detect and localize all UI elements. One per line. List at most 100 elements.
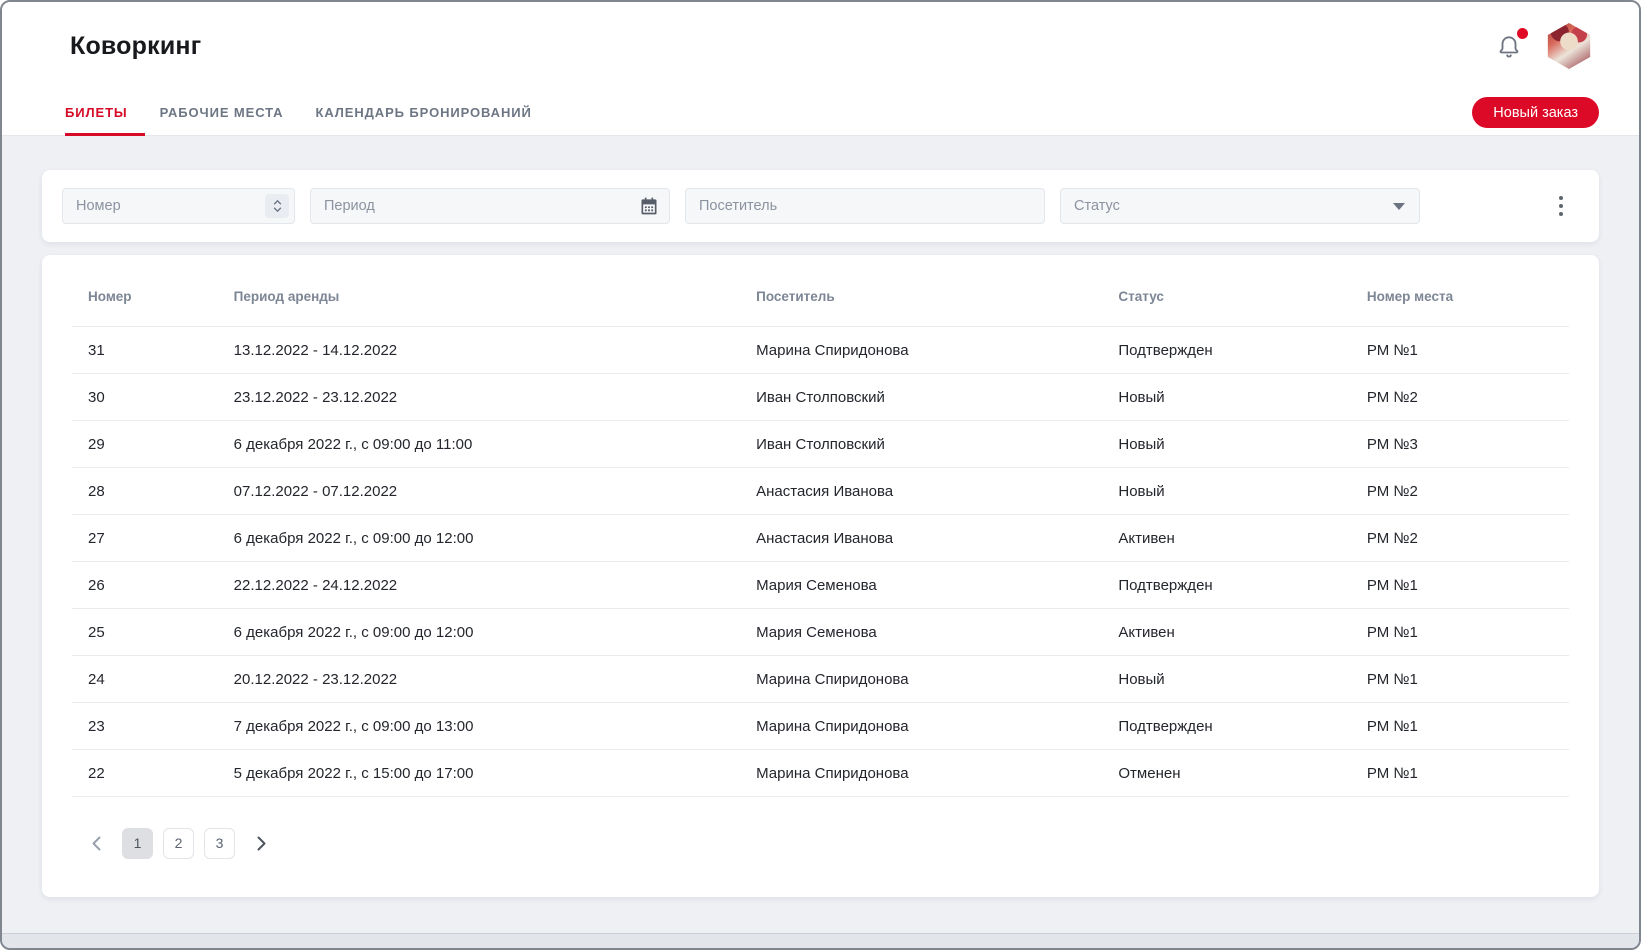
number-filter [62,188,295,224]
cell-status: Активен [1118,609,1367,656]
filter-panel [42,170,1599,242]
cell-place: РМ №1 [1367,703,1569,750]
cell-place: РМ №3 [1367,421,1569,468]
table-row[interactable]: 29 6 декабря 2022 г., с 09:00 до 11:00 И… [72,421,1569,468]
chevron-right-icon [257,836,266,851]
cell-number: 31 [72,327,234,374]
pagination-page-1[interactable]: 1 [122,828,153,859]
page-title: Коворкинг [70,32,201,61]
dropdown-arrow-icon[interactable] [1393,203,1405,210]
cell-number: 26 [72,562,234,609]
cell-number: 25 [72,609,234,656]
cell-number: 29 [72,421,234,468]
cell-number: 24 [72,656,234,703]
orders-table-card: Номер Период аренды Посетитель Статус Но… [42,255,1599,897]
column-header-period: Период аренды [234,255,756,327]
cell-period: 7 декабря 2022 г., с 09:00 до 13:00 [234,703,756,750]
number-stepper-icon[interactable] [265,194,289,218]
table-header-row: Номер Период аренды Посетитель Статус Но… [72,255,1569,327]
cell-visitor: Анастасия Иванова [756,468,1118,515]
cell-status: Активен [1118,515,1367,562]
table-row[interactable]: 26 22.12.2022 - 24.12.2022 Мария Семенов… [72,562,1569,609]
cell-visitor: Иван Столповский [756,421,1118,468]
table-row[interactable]: 25 6 декабря 2022 г., с 09:00 до 12:00 М… [72,609,1569,656]
cell-period: 6 декабря 2022 г., с 09:00 до 12:00 [234,609,756,656]
status-filter [1060,188,1420,224]
column-header-visitor: Посетитель [756,255,1118,327]
orders-table: Номер Период аренды Посетитель Статус Но… [72,255,1569,797]
cell-place: РМ №1 [1367,609,1569,656]
column-header-place: Номер места [1367,255,1569,327]
cell-period: 13.12.2022 - 14.12.2022 [234,327,756,374]
number-filter-input[interactable] [62,188,295,224]
cell-period: 23.12.2022 - 23.12.2022 [234,374,756,421]
cell-period: 07.12.2022 - 07.12.2022 [234,468,756,515]
new-order-button[interactable]: Новый заказ [1472,97,1599,128]
pagination-prev-button[interactable] [80,827,112,859]
cell-visitor: Мария Семенова [756,609,1118,656]
chevron-left-icon [92,836,101,851]
cell-status: Отменен [1118,750,1367,797]
app-window: Коворкинг БИЛЕТЫ РАБОЧИЕ МЕСТА КАЛЕНДАРЬ… [0,0,1641,950]
cell-visitor: Марина Спиридонова [756,327,1118,374]
visitor-filter-input[interactable] [685,188,1045,224]
pagination: 1 2 3 [72,827,1569,859]
table-row[interactable]: 30 23.12.2022 - 23.12.2022 Иван Столповс… [72,374,1569,421]
cell-status: Подтвержден [1118,703,1367,750]
cell-visitor: Марина Спиридонова [756,656,1118,703]
cell-visitor: Марина Спиридонова [756,703,1118,750]
cell-place: РМ №2 [1367,374,1569,421]
cell-status: Новый [1118,374,1367,421]
cell-period: 20.12.2022 - 23.12.2022 [234,656,756,703]
cell-status: Подтвержден [1118,562,1367,609]
kebab-menu-icon[interactable] [1555,192,1567,220]
cell-number: 28 [72,468,234,515]
tab-booking-calendar[interactable]: КАЛЕНДАРЬ БРОНИРОВАНИЙ [315,90,531,135]
window-bottom-edge [2,933,1639,948]
cell-number: 30 [72,374,234,421]
table-body: 31 13.12.2022 - 14.12.2022 Марина Спирид… [72,327,1569,797]
cell-place: РМ №1 [1367,562,1569,609]
cell-visitor: Мария Семенова [756,562,1118,609]
main-content: Номер Период аренды Посетитель Статус Но… [2,136,1639,933]
header-actions [1496,23,1592,69]
tab-workplaces[interactable]: РАБОЧИЕ МЕСТА [160,90,284,135]
cell-place: РМ №2 [1367,468,1569,515]
status-filter-select[interactable] [1060,188,1420,224]
cell-place: РМ №1 [1367,327,1569,374]
pagination-page-3[interactable]: 3 [204,828,235,859]
user-avatar[interactable] [1546,23,1592,69]
notification-badge-dot [1517,28,1528,39]
app-header: Коворкинг [2,2,1639,90]
period-filter-input[interactable] [310,188,670,224]
cell-status: Новый [1118,421,1367,468]
pagination-next-button[interactable] [245,827,277,859]
cell-visitor: Иван Столповский [756,374,1118,421]
cell-number: 23 [72,703,234,750]
table-row[interactable]: 22 5 декабря 2022 г., с 15:00 до 17:00 М… [72,750,1569,797]
visitor-filter [685,188,1045,224]
cell-status: Новый [1118,468,1367,515]
cell-status: Подтвержден [1118,327,1367,374]
cell-period: 22.12.2022 - 24.12.2022 [234,562,756,609]
tabs: БИЛЕТЫ РАБОЧИЕ МЕСТА КАЛЕНДАРЬ БРОНИРОВА… [65,90,532,135]
table-row[interactable]: 27 6 декабря 2022 г., с 09:00 до 12:00 А… [72,515,1569,562]
table-row[interactable]: 23 7 декабря 2022 г., с 09:00 до 13:00 М… [72,703,1569,750]
period-filter [310,188,670,224]
table-row[interactable]: 31 13.12.2022 - 14.12.2022 Марина Спирид… [72,327,1569,374]
cell-number: 27 [72,515,234,562]
cell-place: РМ №1 [1367,750,1569,797]
table-row[interactable]: 28 07.12.2022 - 07.12.2022 Анастасия Ива… [72,468,1569,515]
cell-place: РМ №2 [1367,515,1569,562]
cell-place: РМ №1 [1367,656,1569,703]
notifications-button[interactable] [1496,33,1522,59]
calendar-icon[interactable] [639,196,659,216]
tab-tickets[interactable]: БИЛЕТЫ [65,90,128,135]
cell-number: 22 [72,750,234,797]
cell-visitor: Анастасия Иванова [756,515,1118,562]
table-row[interactable]: 24 20.12.2022 - 23.12.2022 Марина Спирид… [72,656,1569,703]
cell-status: Новый [1118,656,1367,703]
column-header-number: Номер [72,255,234,327]
cell-period: 6 декабря 2022 г., с 09:00 до 11:00 [234,421,756,468]
pagination-page-2[interactable]: 2 [163,828,194,859]
